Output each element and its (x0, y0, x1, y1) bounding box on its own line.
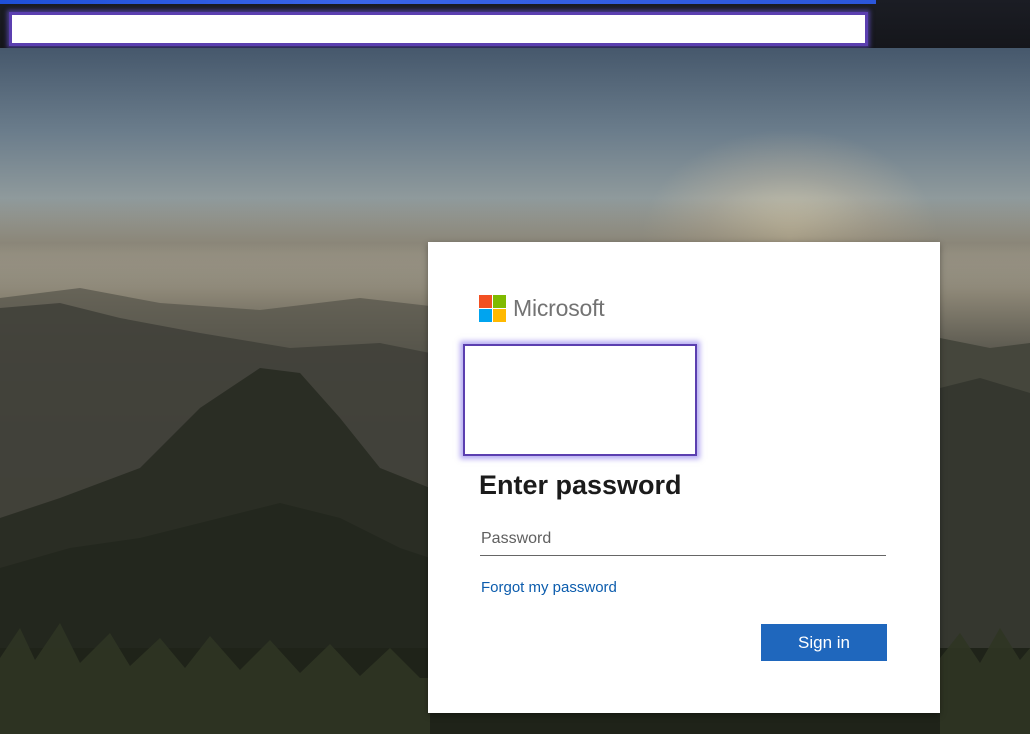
sign-in-button[interactable]: Sign in (761, 624, 887, 661)
top-accent-bar (0, 0, 876, 4)
brand-logo: Microsoft (479, 293, 605, 323)
password-input[interactable] (480, 522, 886, 556)
page-title: Enter password (479, 470, 682, 500)
login-card: Microsoft Enter password Forgot my passw… (428, 242, 940, 713)
microsoft-logo-icon (479, 294, 506, 322)
brand-name: Microsoft (513, 294, 605, 321)
browser-top-bar (0, 0, 1030, 48)
redacted-address-bar[interactable] (9, 12, 868, 46)
redacted-account-identity (463, 344, 697, 456)
forgot-password-link[interactable]: Forgot my password (481, 579, 617, 596)
